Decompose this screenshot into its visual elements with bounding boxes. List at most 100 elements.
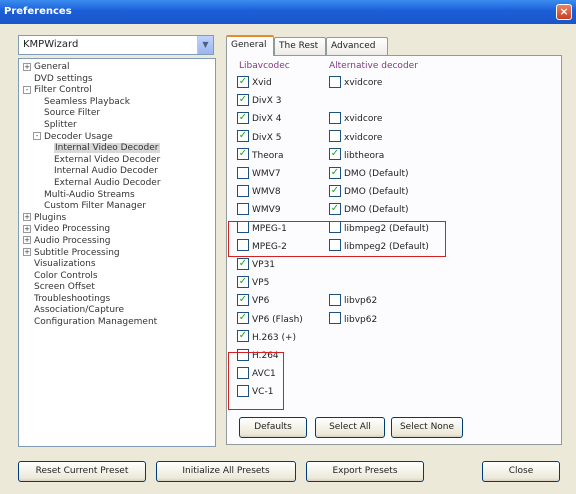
codec-checkbox[interactable]: ✓ <box>237 312 249 325</box>
codec-label: VP6 (Flash) <box>252 314 303 325</box>
title-bar[interactable]: Preferences × <box>0 0 576 24</box>
tree-item[interactable]: Visualizations <box>19 259 215 271</box>
codec-checkbox[interactable]: ✓ <box>237 111 249 124</box>
codec-checkbox-row[interactable]: WMV8 <box>237 184 281 199</box>
alt-decoder-checkbox-row[interactable]: ✓ libtheora <box>329 148 384 163</box>
close-button[interactable]: Close <box>482 461 560 482</box>
expand-icon[interactable]: + <box>23 62 31 71</box>
alt-decoder-checkbox[interactable] <box>329 75 341 88</box>
expand-icon[interactable]: + <box>23 236 31 245</box>
select-none-button[interactable]: Select None <box>391 417 463 438</box>
settings-tree[interactable]: + General DVD settings - Filter Control Seaml… <box>18 58 216 447</box>
tab-advanced[interactable]: Advanced <box>326 37 388 55</box>
codec-label: VP31 <box>252 260 276 270</box>
tree-item[interactable]: Internal Audio Decoder <box>19 166 215 178</box>
codec-checkbox-row[interactable]: ✓ VP6 <box>237 293 269 308</box>
tab-general[interactable]: General <box>226 35 274 56</box>
alt-decoder-checkbox-row[interactable]: ✓ DMO (Default) <box>329 184 409 199</box>
tree-item-label: General <box>34 62 70 72</box>
alt-decoder-checkbox-row[interactable]: xvidcore <box>329 75 383 90</box>
tab-label: The Rest <box>279 41 319 51</box>
alt-decoder-checkbox[interactable]: ✓ <box>329 184 341 197</box>
tab-the-rest[interactable]: The Rest <box>274 37 326 55</box>
tree-item[interactable]: + Video Processing <box>19 224 215 236</box>
alt-decoder-checkbox-row[interactable]: xvidcore <box>329 130 382 145</box>
codec-checkbox-row[interactable]: WMV7 <box>237 166 281 181</box>
tree-item[interactable]: Troubleshootings <box>19 294 215 306</box>
expand-icon[interactable]: + <box>23 248 31 256</box>
alt-decoder-checkbox-row[interactable]: ✓ DMO (Default) <box>329 202 409 217</box>
chevron-down-icon[interactable]: ▼ <box>197 36 213 54</box>
tree-item[interactable]: Splitter <box>19 120 215 132</box>
codec-checkbox-row[interactable]: ✓ DivX 4 <box>237 111 282 126</box>
preset-dropdown[interactable]: KMPWizard ▼ <box>18 35 214 55</box>
export-presets-button[interactable]: Export Presets <box>306 461 424 482</box>
codec-checkbox-row[interactable]: ✓ DivX 3 <box>237 93 282 108</box>
codec-checkbox[interactable] <box>237 202 249 215</box>
codec-checkbox-row[interactable]: WMV9 <box>237 202 281 217</box>
initialize-all-presets-button[interactable]: Initialize All Presets <box>156 461 296 482</box>
codec-checkbox[interactable] <box>237 166 249 179</box>
tree-item[interactable]: + General <box>19 62 215 74</box>
codec-label: VP5 <box>252 278 270 289</box>
collapse-icon[interactable]: - <box>23 85 31 94</box>
codec-checkbox-row[interactable]: ✓ VP6 (Flash) <box>237 312 303 327</box>
codec-checkbox-row[interactable]: ✓ VP31 <box>237 257 276 272</box>
alt-decoder-checkbox[interactable]: ✓ <box>329 148 341 161</box>
codec-checkbox-row[interactable]: ✓ DivX 5 <box>237 130 282 145</box>
codec-checkbox-row[interactable]: ✓ Xvid <box>237 75 272 90</box>
tree-item[interactable]: Color Controls <box>19 271 215 283</box>
tree-item[interactable]: - Filter Control <box>19 85 215 97</box>
codec-checkbox[interactable] <box>237 184 249 197</box>
codec-checkbox[interactable]: ✓ <box>237 130 249 143</box>
tree-item[interactable]: Configuration Management <box>19 317 215 329</box>
tree-item[interactable]: + Subtitle Processing <box>19 248 215 260</box>
tree-item[interactable]: - Decoder Usage <box>19 132 215 144</box>
alt-decoder-label: xvidcore <box>344 78 383 88</box>
codec-checkbox[interactable]: ✓ <box>237 148 249 161</box>
close-icon[interactable]: × <box>556 4 572 20</box>
tree-item[interactable]: Source Filter <box>19 108 215 120</box>
codec-checkbox-row[interactable]: ✓ Theora <box>237 148 283 163</box>
tree-item[interactable]: Custom Filter Manager <box>19 201 215 213</box>
alt-decoder-checkbox[interactable] <box>329 130 341 143</box>
tree-item[interactable]: Screen Offset <box>19 282 215 294</box>
codec-checkbox[interactable]: ✓ <box>237 293 249 306</box>
codec-checkbox-row[interactable]: ✓ VP5 <box>237 275 270 290</box>
alt-decoder-checkbox[interactable]: ✓ <box>329 166 341 179</box>
alt-decoder-checkbox-row[interactable]: libvp62 <box>329 293 378 308</box>
tree-item[interactable]: Seamless Playback <box>19 97 215 109</box>
collapse-icon[interactable]: - <box>33 132 41 141</box>
tree-item[interactable]: External Video Decoder <box>19 155 215 167</box>
tree-item[interactable]: + Plugins <box>19 213 215 225</box>
codec-label: WMV9 <box>252 205 281 216</box>
tree-item[interactable]: + Audio Processing <box>19 236 215 248</box>
expand-icon[interactable]: + <box>23 224 31 233</box>
codec-checkbox[interactable]: ✓ <box>237 330 249 343</box>
codec-checkbox-row[interactable]: ✓ H.263 (+) <box>237 330 296 345</box>
tree-item[interactable]: Association/Capture <box>19 305 215 317</box>
tree-item[interactable]: Multi-Audio Streams <box>19 190 215 202</box>
alt-decoder-checkbox[interactable]: ✓ <box>329 202 341 215</box>
alt-decoder-label: libvp62 <box>344 296 378 307</box>
codec-label: WMV8 <box>252 187 281 198</box>
select-all-button[interactable]: Select All <box>315 417 385 438</box>
tab-label: Advanced <box>331 41 376 51</box>
defaults-button[interactable]: Defaults <box>239 417 307 438</box>
codec-checkbox[interactable]: ✓ <box>237 275 249 288</box>
tree-item[interactable]: Internal Video Decoder <box>19 143 215 155</box>
alt-decoder-checkbox[interactable] <box>329 293 341 306</box>
alt-decoder-checkbox-row[interactable]: ✓ DMO (Default) <box>329 166 409 181</box>
tree-item-label: Troubleshootings <box>34 293 111 304</box>
expand-icon[interactable]: + <box>23 213 31 222</box>
codec-checkbox[interactable]: ✓ <box>237 257 249 270</box>
reset-current-preset-button[interactable]: Reset Current Preset <box>18 461 146 482</box>
alt-decoder-checkbox[interactable] <box>329 312 341 325</box>
alt-decoder-checkbox-row[interactable]: xvidcore <box>329 111 382 126</box>
tree-item[interactable]: External Audio Decoder <box>19 178 215 190</box>
alt-decoder-checkbox[interactable] <box>329 111 341 124</box>
codec-checkbox[interactable]: ✓ <box>237 75 249 88</box>
codec-checkbox[interactable]: ✓ <box>237 93 249 106</box>
alt-decoder-checkbox-row[interactable]: libvp62 <box>329 312 377 327</box>
tree-item[interactable]: DVD settings <box>19 74 215 86</box>
